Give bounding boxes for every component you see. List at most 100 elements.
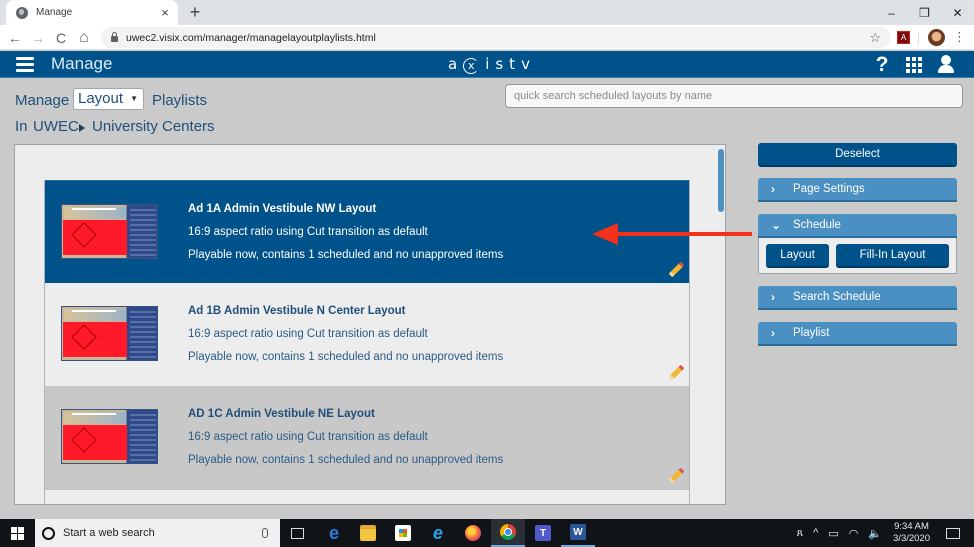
chevron-right-icon: › bbox=[771, 326, 775, 340]
file-explorer-icon bbox=[360, 525, 376, 541]
layout-status: Playable now, contains 1 scheduled and n… bbox=[188, 454, 504, 466]
address-bar[interactable]: uwec2.visix.com/manager/managelayoutplay… bbox=[101, 27, 891, 48]
browser-tabstrip: Manage × + – ❐ ✕ bbox=[0, 0, 974, 25]
task-view-icon bbox=[290, 527, 304, 539]
chevron-up-icon[interactable]: ^ bbox=[813, 527, 818, 539]
layout-item[interactable]: Ad 1B Admin Vestibule N Center Layout 16… bbox=[45, 283, 689, 386]
page-settings-label: Page Settings bbox=[793, 183, 865, 195]
edit-pencil-icon[interactable] bbox=[667, 467, 685, 485]
people-icon[interactable]: ጸ bbox=[797, 527, 803, 540]
wifi-icon[interactable]: ◠ bbox=[849, 527, 859, 540]
layout-name: AD 1C Admin Vestibule NE Layout bbox=[188, 408, 375, 420]
search-schedule-accordion[interactable]: › Search Schedule bbox=[758, 286, 957, 310]
windows-logo-icon bbox=[11, 526, 24, 540]
app-header: Manage a x istv ? bbox=[0, 51, 974, 78]
taskbar-app-store[interactable] bbox=[386, 519, 420, 547]
content-type-value: Layout bbox=[78, 90, 124, 107]
layout-item[interactable]: AD 1C Admin Vestibule NE Layout 16:9 asp… bbox=[45, 386, 689, 489]
playlist-label: Playlist bbox=[793, 327, 830, 339]
chevron-right-icon: › bbox=[771, 290, 775, 304]
edit-pencil-icon[interactable] bbox=[667, 261, 685, 279]
content-type-select[interactable]: Layout ▼ bbox=[73, 88, 144, 110]
deselect-button[interactable]: Deselect bbox=[758, 143, 957, 167]
layout-aspect: 16:9 aspect ratio using Cut transition a… bbox=[188, 328, 428, 340]
teams-icon: T bbox=[535, 525, 551, 541]
new-tab-button[interactable]: + bbox=[185, 2, 205, 23]
breadcrumb-prefix: In bbox=[15, 118, 28, 135]
search-schedule-label: Search Schedule bbox=[793, 291, 881, 303]
word-icon: W bbox=[570, 524, 586, 540]
taskbar-search-placeholder: Start a web search bbox=[63, 527, 155, 539]
edit-pencil-icon[interactable] bbox=[667, 364, 685, 382]
layout-status: Playable now, contains 1 scheduled and n… bbox=[188, 351, 504, 363]
clock[interactable]: 9:34 AM 3/3/2020 bbox=[893, 521, 930, 545]
schedule-fill-in-layout-button[interactable]: Fill-In Layout bbox=[836, 244, 949, 268]
layout-name: Ad 1B Admin Vestibule N Center Layout bbox=[188, 305, 406, 317]
bookmark-star-icon[interactable]: ☆ bbox=[869, 30, 881, 46]
browser-menu-icon[interactable]: ⋮ bbox=[953, 29, 966, 45]
task-view-button[interactable] bbox=[280, 519, 314, 547]
schedule-label: Schedule bbox=[793, 219, 841, 231]
page-content: Manage Layout ▼ Playlists In UWEC Univer… bbox=[0, 78, 974, 515]
start-button[interactable] bbox=[0, 519, 35, 547]
help-icon[interactable]: ? bbox=[873, 53, 891, 76]
close-window-icon[interactable]: ✕ bbox=[941, 0, 974, 25]
layout-aspect: 16:9 aspect ratio using Cut transition a… bbox=[188, 431, 428, 443]
manage-label: Manage bbox=[15, 92, 70, 109]
firefox-icon bbox=[465, 525, 481, 541]
schedule-accordion[interactable]: ⌄ Schedule bbox=[758, 214, 957, 238]
volume-icon[interactable]: 🔈 bbox=[868, 527, 882, 540]
browser-tab-manage[interactable]: Manage × bbox=[6, 0, 178, 25]
globe-icon bbox=[16, 6, 28, 19]
taskbar-search-box[interactable]: Start a web search bbox=[35, 519, 280, 547]
page-settings-accordion[interactable]: › Page Settings bbox=[758, 178, 957, 202]
tab-title: Manage bbox=[36, 7, 73, 18]
url-text[interactable]: uwec2.visix.com/manager/managelayoutplay… bbox=[126, 32, 869, 44]
battery-icon[interactable]: ▭ bbox=[828, 527, 838, 540]
back-icon[interactable]: ← bbox=[5, 28, 25, 47]
user-account-icon[interactable] bbox=[936, 53, 956, 76]
restore-icon[interactable]: ❐ bbox=[908, 0, 941, 25]
store-icon bbox=[395, 525, 411, 541]
layout-thumbnail bbox=[61, 409, 158, 464]
minimize-icon[interactable]: – bbox=[875, 0, 908, 25]
taskbar-app-firefox[interactable] bbox=[456, 519, 490, 547]
system-tray: ጸ ^ ▭ ◠ 🔈 9:34 AM 3/3/2020 bbox=[792, 519, 974, 547]
window-controls: – ❐ ✕ bbox=[875, 0, 974, 25]
toolbar-divider bbox=[918, 32, 919, 44]
profile-avatar[interactable] bbox=[928, 29, 945, 46]
forward-icon[interactable]: → bbox=[28, 28, 48, 47]
schedule-layout-button[interactable]: Layout bbox=[766, 244, 829, 268]
taskbar-app-word[interactable]: W bbox=[561, 519, 595, 547]
hamburger-menu-icon[interactable] bbox=[16, 57, 34, 72]
taskbar-app-edge[interactable]: e bbox=[317, 519, 351, 547]
taskbar-app-teams[interactable]: T bbox=[526, 519, 560, 547]
browser-toolbar: ← → C ⌂ uwec2.visix.com/manager/managela… bbox=[0, 25, 974, 50]
breadcrumb-item-university-centers[interactable]: University Centers bbox=[92, 118, 215, 135]
taskbar-app-file-explorer[interactable] bbox=[351, 519, 385, 547]
layout-name: Ad 1A Admin Vestibule NW Layout bbox=[188, 203, 377, 215]
apps-grid-icon[interactable] bbox=[905, 53, 923, 76]
breadcrumb-item-uwec[interactable]: UWEC bbox=[33, 118, 79, 135]
reload-icon[interactable]: C bbox=[51, 28, 71, 47]
acrobat-extension-icon[interactable]: A bbox=[897, 31, 910, 44]
annotation-arrow-icon bbox=[592, 223, 752, 245]
quick-search-input[interactable] bbox=[505, 84, 963, 108]
clock-time: 9:34 AM bbox=[894, 521, 929, 532]
lock-icon bbox=[111, 31, 118, 42]
home-icon[interactable]: ⌂ bbox=[74, 28, 94, 47]
taskbar-app-internet-explorer[interactable]: e bbox=[421, 519, 455, 547]
notification-center-icon[interactable] bbox=[946, 527, 960, 539]
close-tab-icon[interactable]: × bbox=[156, 5, 174, 20]
windows-taskbar: Start a web search e e T W ጸ ^ ▭ ◠ 🔈 9:3… bbox=[0, 519, 974, 547]
chrome-icon bbox=[500, 524, 516, 540]
clock-date: 3/3/2020 bbox=[893, 533, 930, 544]
layout-aspect: 16:9 aspect ratio using Cut transition a… bbox=[188, 226, 428, 238]
chevron-down-icon: ▼ bbox=[130, 94, 138, 103]
playlist-accordion[interactable]: › Playlist bbox=[758, 322, 957, 346]
list-scrollbar[interactable] bbox=[718, 149, 724, 212]
chevron-right-icon: › bbox=[771, 182, 775, 196]
microphone-icon[interactable] bbox=[262, 528, 268, 538]
logo-a: a bbox=[448, 55, 464, 73]
taskbar-app-chrome[interactable] bbox=[491, 519, 525, 547]
